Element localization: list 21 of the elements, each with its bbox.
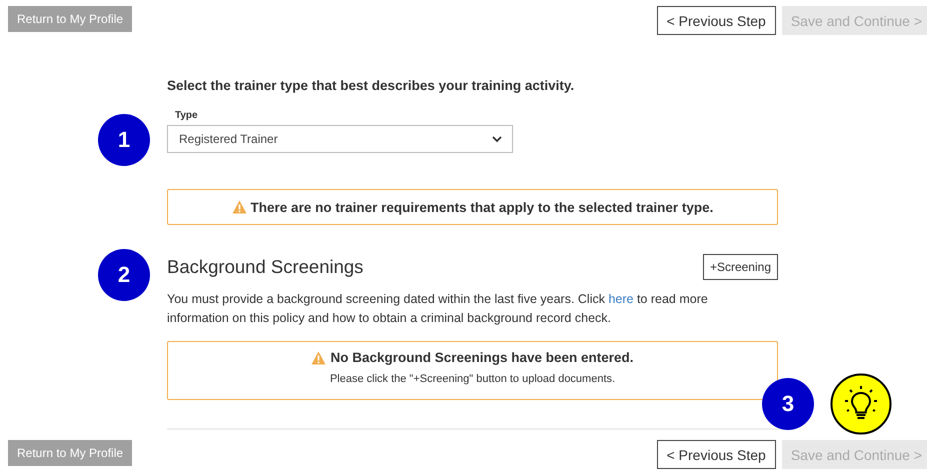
- previous-step-button[interactable]: < Previous Step: [656, 440, 776, 469]
- step-number-badge: 1: [98, 114, 150, 166]
- field-label: Type: [174, 110, 199, 121]
- section-title: Background Screenings: [167, 256, 364, 278]
- previous-step-button[interactable]: < Previous Step: [656, 6, 776, 35]
- add-screening-button[interactable]: +Screening: [702, 254, 778, 280]
- step-number-badge: 3: [762, 378, 814, 430]
- alert-title: No Background Screenings have been entered.: [330, 350, 634, 365]
- warning-icon: [311, 350, 326, 364]
- policy-text: You must provide a background screening dated within the last five years. Click here to read more information on this policy and how to obtain a criminal background record check.: [167, 291, 709, 327]
- return-button[interactable]: Return to My Profile: [8, 440, 132, 466]
- instruction-text: Select the trainer type that best describes your training activity.: [167, 78, 576, 93]
- return-button[interactable]: Return to My Profile: [8, 6, 132, 32]
- here-link[interactable]: here: [608, 292, 634, 306]
- lightbulb-icon: [830, 373, 892, 435]
- alert-text: Please click the "+Screening" button to upload documents.: [328, 373, 616, 385]
- warning-icon: [232, 200, 247, 214]
- alert-text: There are no trainer requirements that apply to the selected trainer type.: [250, 200, 714, 214]
- type-select[interactable]: Registered Trainer: [167, 125, 513, 153]
- step-number-badge: 2: [98, 249, 150, 301]
- chevron-icon: [492, 136, 502, 142]
